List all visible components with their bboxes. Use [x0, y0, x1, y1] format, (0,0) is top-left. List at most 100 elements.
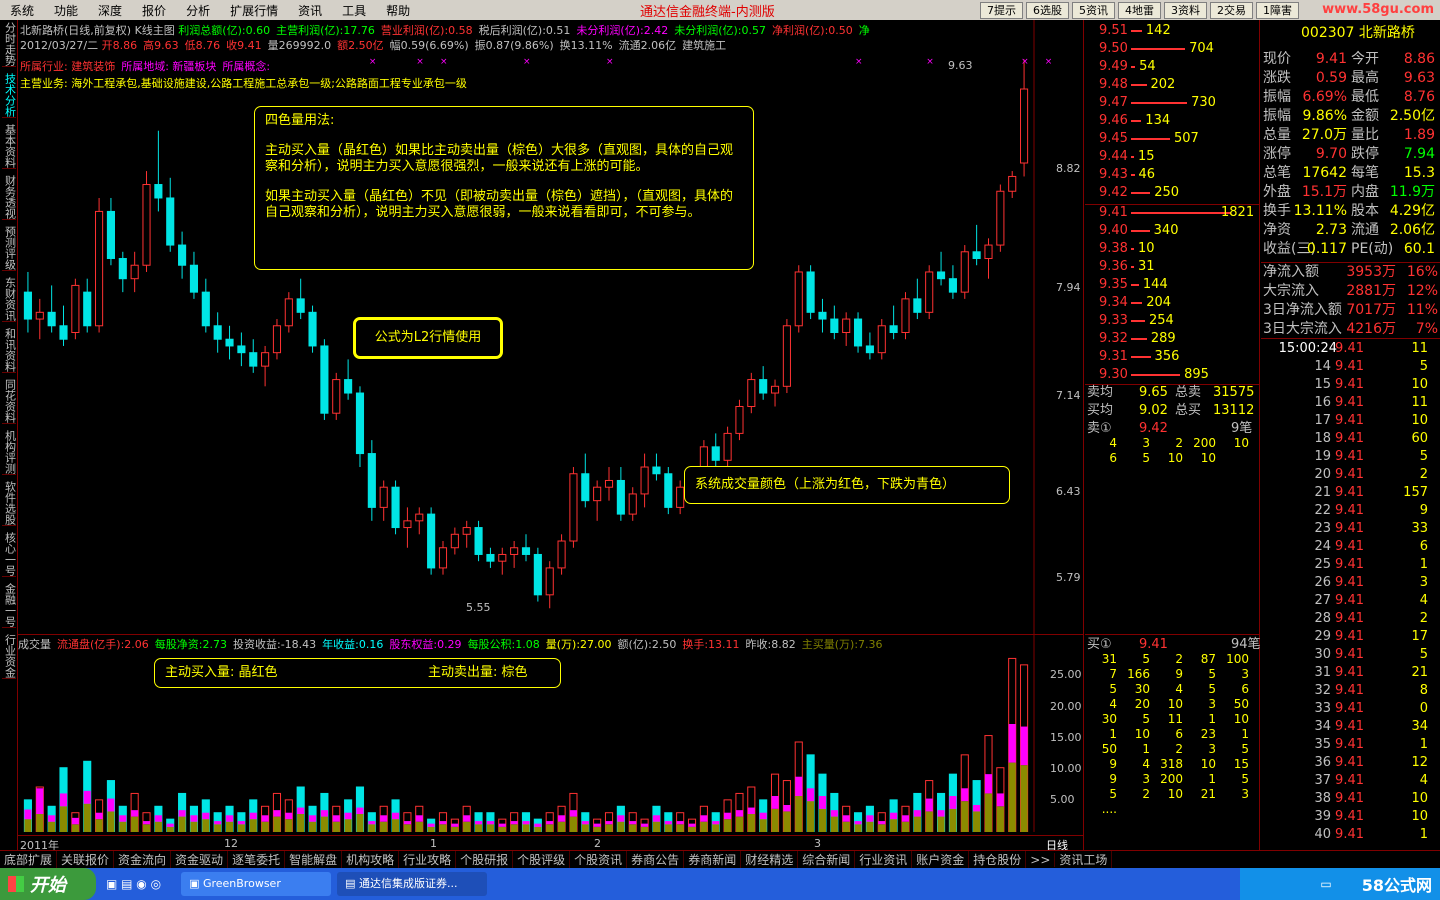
menu-extended-quotes[interactable]: 扩展行情 — [220, 2, 288, 19]
volume-bar-sell — [131, 816, 139, 832]
news-button[interactable]: 5资讯 — [1072, 1, 1115, 19]
bottom-bar-item[interactable]: 券商公告 — [627, 851, 685, 868]
tick-cell: 17 — [1314, 413, 1331, 428]
bottom-bar-item[interactable]: 个股评级 — [513, 851, 571, 868]
volume-bar-buy — [676, 821, 684, 825]
volume-bar-sell — [961, 801, 969, 832]
stat-cell: 27.0万 — [1301, 127, 1347, 143]
tick-cell: 4 — [1419, 593, 1428, 608]
menu-tools[interactable]: 工具 — [332, 2, 376, 19]
book-summary-row: 卖均 9.65 总卖 31575 — [1085, 384, 1260, 402]
tip-button[interactable]: 7提示 — [980, 1, 1023, 19]
bid-volume: 31 — [1138, 259, 1155, 274]
menu-help[interactable]: 帮助 — [376, 2, 420, 19]
menu-depth[interactable]: 深度 — [88, 2, 132, 19]
volume-bar-buy — [475, 821, 483, 825]
menu-function[interactable]: 功能 — [44, 2, 88, 19]
stat-cell: 现价 — [1263, 51, 1291, 67]
bottom-bar-item[interactable]: 行业资讯 — [855, 851, 913, 868]
bottom-bar-item[interactable]: 综合新闻 — [798, 851, 856, 868]
time-axis-label: 12 — [224, 837, 238, 850]
menu-analysis[interactable]: 分析 — [176, 2, 220, 19]
info-button[interactable]: 3资料 — [1164, 1, 1207, 19]
fault-button[interactable]: 1障害 — [1256, 1, 1299, 19]
leftnav-item[interactable]: 财务透视 — [1, 175, 17, 220]
bottom-bar-item[interactable]: 个股资讯 — [570, 851, 628, 868]
leftnav-item[interactable]: 行业资金 — [1, 634, 17, 679]
taskbar-item-browser[interactable]: ▣ GreenBrowser — [181, 872, 332, 896]
mine-button[interactable]: 4地雷 — [1118, 1, 1161, 19]
volume-bar-sell — [261, 821, 269, 832]
volume-bar-buy — [984, 774, 993, 794]
stat-cell: 股本 — [1351, 203, 1379, 219]
kline-panel[interactable]: 北新路桥(日线,前复权) K线主图 利润总额(亿):0.60 主营利润(亿):17… — [18, 20, 1084, 852]
bottom-bar-item[interactable]: 行业攻略 — [399, 851, 457, 868]
taskbar-item-tdx[interactable]: ▤ 通达信集成版证券... — [337, 872, 488, 896]
bottom-bar-item[interactable]: 财经精选 — [741, 851, 799, 868]
bottom-bar-item[interactable]: 券商新闻 — [684, 851, 742, 868]
volume-bar-buy — [166, 823, 174, 827]
queue-cell: 1 — [1241, 727, 1249, 741]
volume-bar-sell — [818, 808, 827, 832]
leftnav-item[interactable]: 金融一号 — [1, 583, 17, 628]
leftnav-item[interactable]: 核心一号 — [1, 532, 17, 577]
menu-quote[interactable]: 报价 — [132, 2, 176, 19]
select-stock-button[interactable]: 6选股 — [1026, 1, 1069, 19]
bottom-bar-item[interactable]: 资讯工场 — [1055, 851, 1113, 868]
volume-bar — [770, 773, 780, 832]
stat-cell: 9.63 — [1403, 70, 1435, 86]
leftnav-item[interactable]: 和讯资料 — [1, 328, 17, 373]
candle-body — [723, 432, 732, 461]
menu-news[interactable]: 资讯 — [288, 2, 332, 19]
queue-cell: 23 — [1200, 727, 1216, 741]
bottom-bar-item[interactable]: >> — [1026, 852, 1056, 867]
leftnav-item[interactable]: 预测评级 — [1, 226, 17, 271]
volume-bar — [581, 812, 590, 832]
queue-cell: 5 — [1142, 451, 1150, 465]
flow-cell: 7017万 — [1346, 302, 1396, 318]
bottom-bar-item[interactable]: 关联报价 — [57, 851, 115, 868]
leftnav-item[interactable]: 同花资料 — [1, 379, 17, 424]
bottom-bar-item[interactable]: 个股研报 — [456, 851, 514, 868]
start-button[interactable]: 开始 — [0, 868, 96, 900]
volume-bar-sell — [24, 819, 32, 832]
candle-body — [201, 291, 210, 327]
leftnav-item[interactable]: 东财资讯 — [1, 277, 17, 322]
volume-bar-sell — [937, 816, 945, 832]
bottom-bar-item[interactable]: 账户资金 — [912, 851, 970, 868]
keyboard-icon[interactable]: ▭ — [1320, 877, 1331, 891]
high-price-mark: 9.63 — [948, 59, 973, 72]
buy1-queue-row: 1 10 6 23 1 — [1085, 727, 1260, 742]
leftnav-item[interactable]: 软件选股 — [1, 481, 17, 526]
tick-row: 28 9.41 2 — [1261, 610, 1440, 628]
volume-bar — [142, 812, 151, 832]
tick-cell: 21 — [1411, 665, 1428, 680]
menu-system[interactable]: 系统 — [0, 2, 44, 19]
bottom-bar-item[interactable]: 逐笔委托 — [228, 851, 286, 868]
volume-bar — [901, 805, 910, 832]
leftnav-item[interactable]: 分时走势 — [1, 22, 17, 67]
volume-bar-buy — [569, 810, 577, 817]
leftnav-item[interactable]: 基本资料 — [1, 124, 17, 169]
volume-bar-sell — [973, 811, 981, 832]
leftnav-item[interactable]: 机构评测 — [1, 430, 17, 475]
leftnav-item[interactable]: 技术分析 — [1, 73, 17, 118]
bottom-bar-item[interactable]: 底部扩展 — [0, 851, 58, 868]
tick-cell: 15 — [1314, 377, 1331, 392]
candle-body — [261, 352, 270, 367]
bottom-bar-item[interactable]: 资金流向 — [114, 851, 172, 868]
volume-bar-buy — [712, 821, 720, 825]
candle — [901, 292, 910, 340]
queue-cell: 5 — [1142, 652, 1150, 666]
bottom-bar-item[interactable]: 机构攻略 — [342, 851, 400, 868]
quicklaunch-icon[interactable]: ▣ ▤ ◉ ◎ — [106, 877, 161, 891]
candle — [533, 547, 542, 602]
trade-button[interactable]: 2交易 — [1210, 1, 1253, 19]
bottom-bar-item[interactable]: 资金驱动 — [171, 851, 229, 868]
volume-bar-buy — [36, 788, 44, 814]
bottom-bar-item[interactable]: 智能解盘 — [285, 851, 343, 868]
bottom-bar-item[interactable]: 持仓股份 — [969, 851, 1027, 868]
tick-cell: 31 — [1314, 665, 1331, 680]
queue-cell: 10 — [1167, 697, 1183, 711]
tick-cell: 9.41 — [1335, 377, 1364, 392]
